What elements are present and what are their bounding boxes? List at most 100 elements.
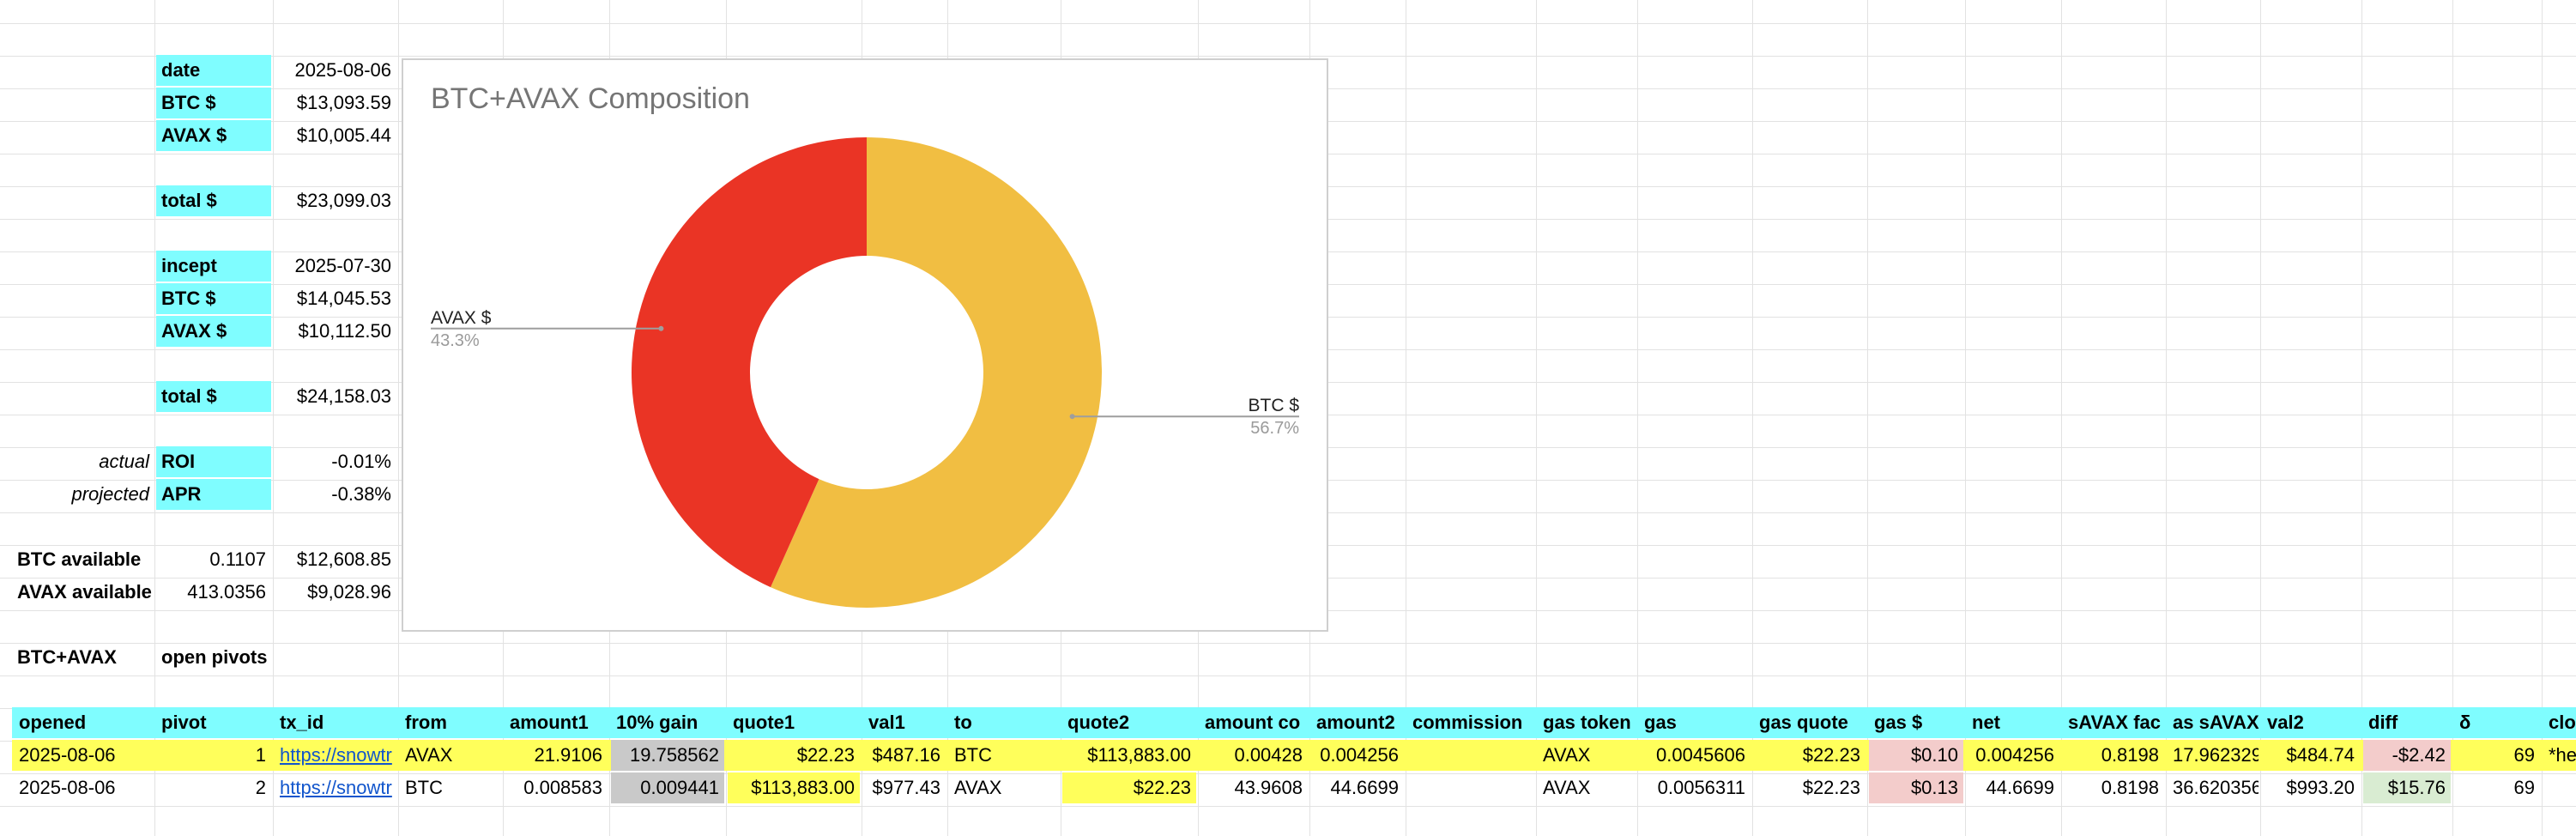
column-header[interactable]: gas $ <box>1869 707 1963 738</box>
apr-value[interactable]: -0.38% <box>275 479 396 510</box>
incept-total-value[interactable]: $24,158.03 <box>275 381 396 412</box>
incept-value[interactable]: 2025-07-30 <box>275 251 396 282</box>
table-cell[interactable]: $22.23 <box>1754 772 1865 803</box>
tx-link[interactable]: https://snowtr <box>275 772 396 803</box>
column-header[interactable]: sAVAX fac <box>2063 707 2164 738</box>
avax-value[interactable]: $10,005.44 <box>275 120 396 151</box>
composition-chart[interactable]: BTC+AVAX Composition BTC $56.7% AVAX $43.… <box>402 58 1328 632</box>
table-cell[interactable]: AVAX <box>1538 740 1636 771</box>
roi-value[interactable]: -0.01% <box>275 446 396 477</box>
avax-available-qty[interactable]: 413.0356 <box>156 577 271 608</box>
total-label[interactable]: total $ <box>156 185 271 216</box>
table-cell[interactable]: 0.009441 <box>611 772 724 803</box>
btc-label[interactable]: BTC $ <box>156 88 271 118</box>
apr-prefix[interactable]: projected <box>0 479 154 510</box>
table-cell[interactable]: $22.23 <box>1754 740 1865 771</box>
column-header[interactable]: amount2 <box>1311 707 1404 738</box>
column-header[interactable]: to <box>949 707 1059 738</box>
table-cell[interactable]: 17.962329 <box>2168 740 2259 771</box>
table-cell[interactable]: 0.008583 <box>505 772 608 803</box>
table-cell[interactable]: 0.004256 <box>1311 740 1404 771</box>
table-cell[interactable]: 36.620356 <box>2168 772 2259 803</box>
table-cell[interactable]: $993.20 <box>2262 772 2360 803</box>
roi-prefix[interactable]: actual <box>0 446 154 477</box>
open-pivots-label[interactable]: open pivots <box>156 642 328 673</box>
table-cell[interactable]: 2025-08-06 <box>14 740 154 771</box>
table-cell[interactable]: $22.23 <box>728 740 860 771</box>
avax-available-label[interactable]: AVAX available <box>12 577 154 608</box>
column-header[interactable]: amount1 <box>505 707 608 738</box>
column-header[interactable]: gas quote <box>1754 707 1865 738</box>
column-header[interactable]: as sAVAX <box>2168 707 2259 738</box>
table-cell[interactable]: 0.8198 <box>2063 772 2164 803</box>
column-header[interactable]: 10% gain <box>611 707 724 738</box>
roi-label[interactable]: ROI <box>156 446 271 477</box>
table-cell[interactable]: *he <box>2543 740 2576 771</box>
column-header[interactable]: clo <box>2543 707 2576 738</box>
table-cell[interactable]: BTC <box>400 772 501 803</box>
table-cell[interactable]: AVAX <box>400 740 501 771</box>
table-cell[interactable]: $15.76 <box>2363 772 2451 803</box>
apr-label[interactable]: APR <box>156 479 271 510</box>
date-label[interactable]: date <box>156 55 271 86</box>
table-cell[interactable]: 1 <box>156 740 271 771</box>
table-cell[interactable]: AVAX <box>1538 772 1636 803</box>
column-header[interactable]: opened <box>14 707 154 738</box>
column-header[interactable]: pivot <box>156 707 271 738</box>
avax-available-usd[interactable]: $9,028.96 <box>275 577 396 608</box>
table-cell[interactable]: 43.9608 <box>1200 772 1308 803</box>
date-value[interactable]: 2025-08-06 <box>275 55 396 86</box>
column-header[interactable]: quote2 <box>1062 707 1196 738</box>
tx-link[interactable]: https://snowtr <box>275 740 396 771</box>
table-cell[interactable]: AVAX <box>949 772 1059 803</box>
column-header[interactable]: diff <box>2363 707 2451 738</box>
table-cell[interactable]: -$2.42 <box>2363 740 2451 771</box>
table-cell[interactable]: 19.758562 <box>611 740 724 771</box>
column-header[interactable]: δ <box>2454 707 2540 738</box>
table-cell[interactable]: $113,883.00 <box>728 772 860 803</box>
table-cell[interactable]: $113,883.00 <box>1062 740 1196 771</box>
btc-available-usd[interactable]: $12,608.85 <box>275 544 396 575</box>
column-header[interactable]: amount co <box>1200 707 1308 738</box>
section-label[interactable]: BTC+AVAX <box>12 642 154 673</box>
table-cell[interactable]: $0.13 <box>1869 772 1963 803</box>
column-header[interactable]: gas token <box>1538 707 1636 738</box>
column-header[interactable]: gas <box>1639 707 1751 738</box>
incept-avax-value[interactable]: $10,112.50 <box>275 316 396 347</box>
table-cell[interactable]: 0.004256 <box>1967 740 2059 771</box>
table-cell[interactable]: 69 <box>2454 772 2540 803</box>
column-header[interactable]: from <box>400 707 501 738</box>
table-cell[interactable] <box>2543 772 2576 803</box>
column-header[interactable]: quote1 <box>728 707 860 738</box>
btc-available-label[interactable]: BTC available <box>12 544 154 575</box>
table-cell[interactable]: $487.16 <box>863 740 946 771</box>
incept-avax-label[interactable]: AVAX $ <box>156 316 271 347</box>
incept-btc-label[interactable]: BTC $ <box>156 283 271 314</box>
column-header[interactable]: net <box>1967 707 2059 738</box>
table-cell[interactable] <box>1407 740 1534 771</box>
table-cell[interactable]: $22.23 <box>1062 772 1196 803</box>
avax-label[interactable]: AVAX $ <box>156 120 271 151</box>
column-header[interactable]: commission <box>1407 707 1534 738</box>
table-cell[interactable]: 2 <box>156 772 271 803</box>
incept-label[interactable]: incept <box>156 251 271 282</box>
table-cell[interactable]: 21.9106 <box>505 740 608 771</box>
incept-btc-value[interactable]: $14,045.53 <box>275 283 396 314</box>
table-cell[interactable]: 0.00428 <box>1200 740 1308 771</box>
table-cell[interactable]: 0.8198 <box>2063 740 2164 771</box>
table-cell[interactable] <box>1407 772 1534 803</box>
table-cell[interactable]: $484.74 <box>2262 740 2360 771</box>
table-cell[interactable]: $0.10 <box>1869 740 1963 771</box>
total-value[interactable]: $23,099.03 <box>275 185 396 216</box>
table-cell[interactable]: 2025-08-06 <box>14 772 154 803</box>
btc-value[interactable]: $13,093.59 <box>275 88 396 118</box>
table-cell[interactable]: 0.0056311 <box>1639 772 1751 803</box>
table-cell[interactable]: 44.6699 <box>1311 772 1404 803</box>
table-cell[interactable]: 44.6699 <box>1967 772 2059 803</box>
btc-available-qty[interactable]: 0.1107 <box>156 544 271 575</box>
incept-total-label[interactable]: total $ <box>156 381 271 412</box>
table-cell[interactable]: BTC <box>949 740 1059 771</box>
table-cell[interactable]: $977.43 <box>863 772 946 803</box>
column-header[interactable]: val2 <box>2262 707 2360 738</box>
table-cell[interactable]: 0.0045606 <box>1639 740 1751 771</box>
